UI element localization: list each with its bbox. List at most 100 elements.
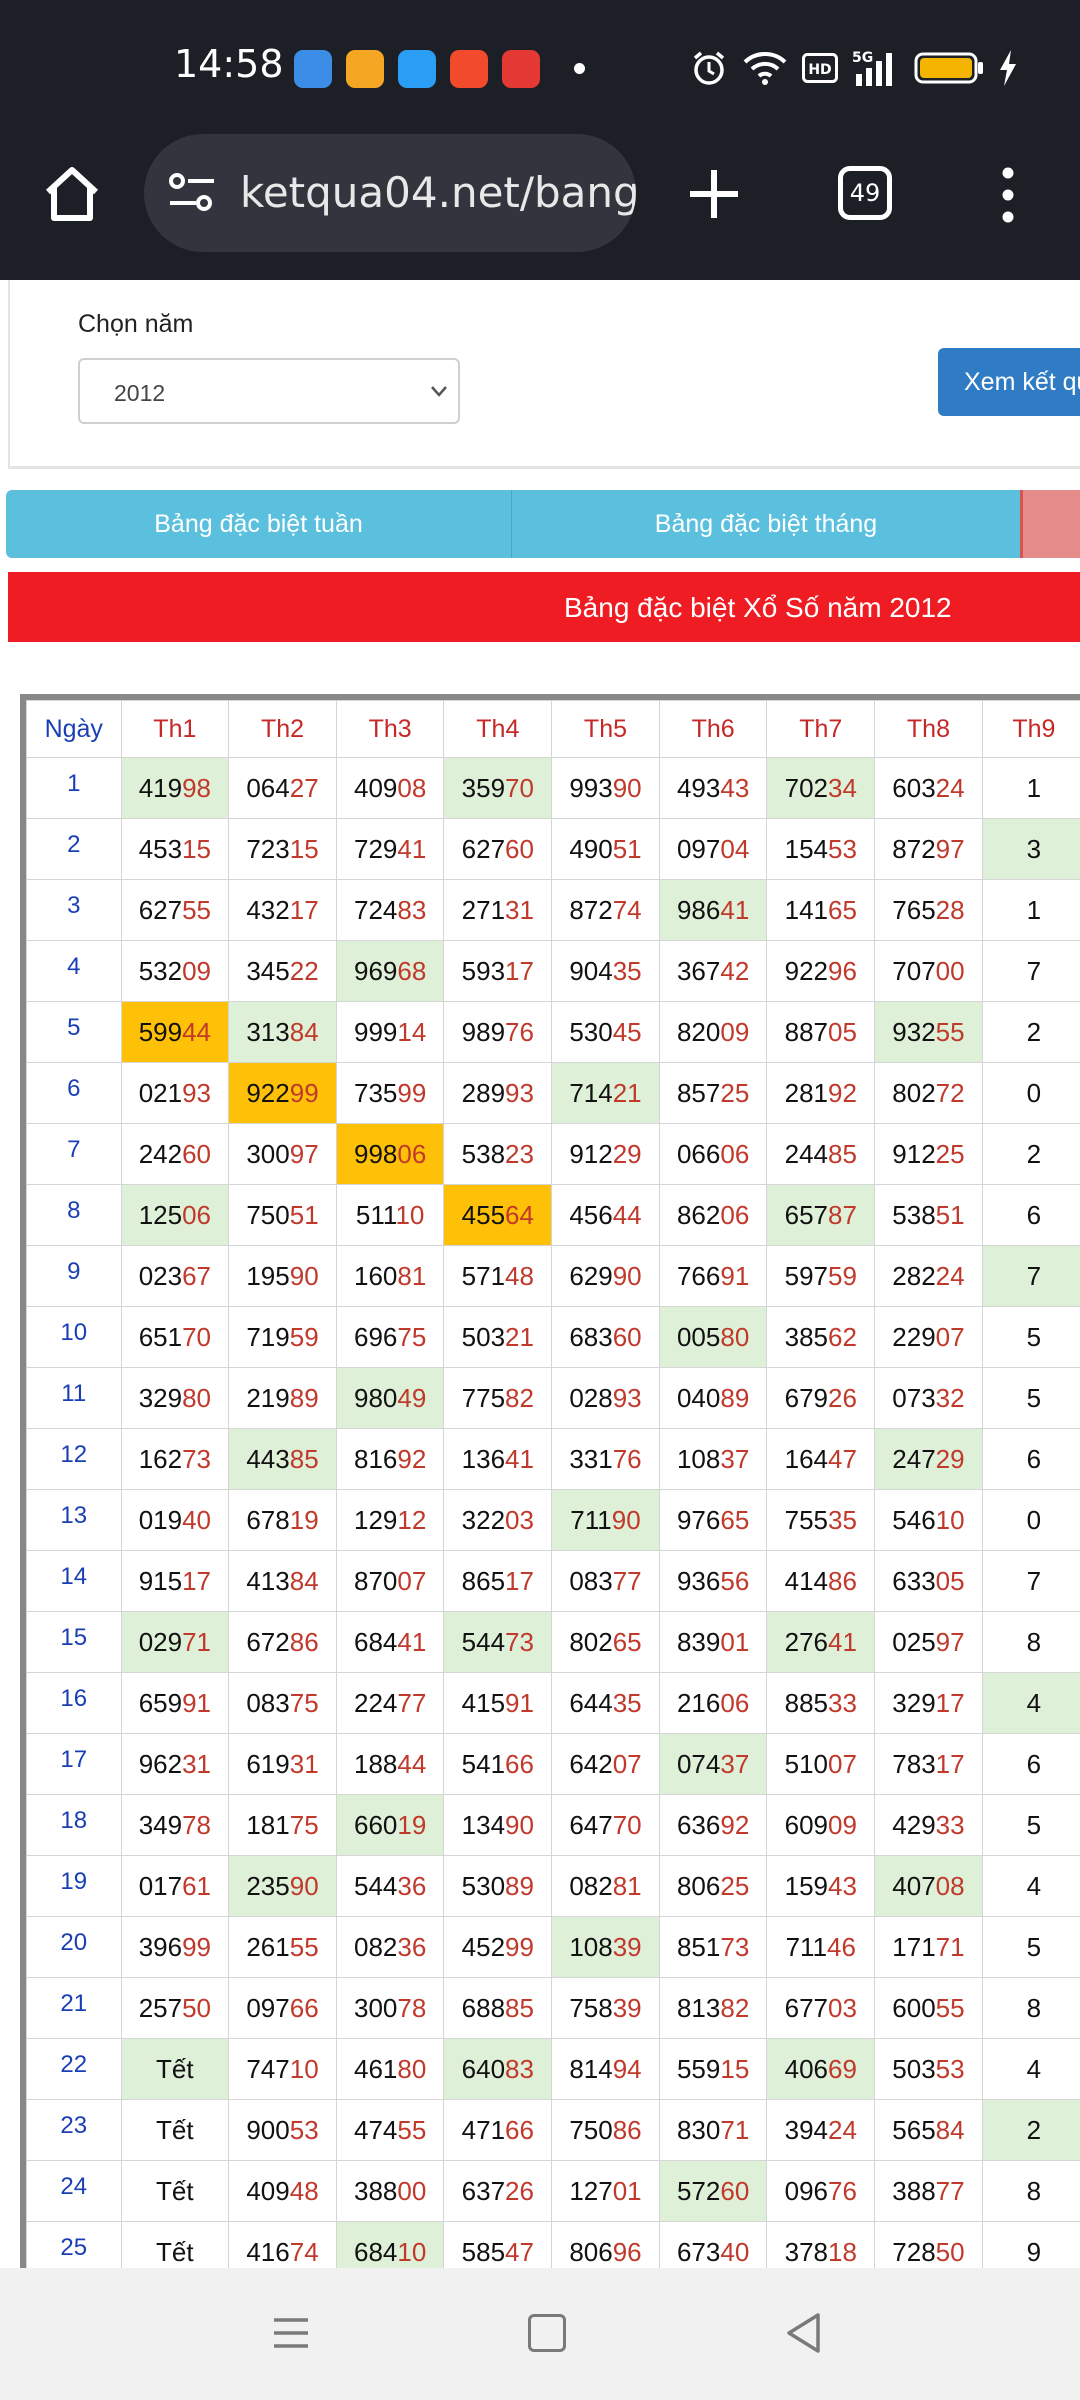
cell-head-digits: 229 — [892, 1321, 936, 1352]
day-cell: 17 — [26, 1733, 122, 1795]
result-cell: 01761 — [120, 1855, 230, 1917]
result-cell: 8 — [981, 2160, 1080, 2222]
table-row: 17 96231 61931 18844 54166 64207 07437 51007 783… — [26, 1733, 1080, 1795]
tab-third[interactable] — [1020, 490, 1080, 558]
result-cell: 13490 — [443, 1794, 553, 1856]
result-cell: 68441 — [335, 1611, 445, 1673]
result-cell: 0 — [981, 1062, 1080, 1124]
cell-tail-digits: 33 — [935, 1809, 965, 1840]
cell-tail-digits: 31 — [182, 1748, 211, 1779]
result-cell: 27641 — [766, 1611, 876, 1673]
cell-tail-digits: 86 — [612, 2114, 642, 2145]
cell-tail-digits: 25 — [720, 1870, 750, 1901]
new-tab-icon[interactable] — [686, 166, 742, 222]
cell-tail-digits: 47 — [505, 2236, 534, 2267]
result-cell: 28224 — [874, 1245, 983, 1307]
cell-tail-digits: 93 — [182, 1077, 211, 1108]
cell-head-digits: 783 — [892, 1748, 936, 1779]
result-cell: 60909 — [766, 1794, 876, 1856]
cell-tail-digits: 91 — [505, 1687, 534, 1718]
result-cell: 92296 — [766, 940, 876, 1002]
day-cell: 25 — [26, 2221, 122, 2268]
cell-head-digits: 416 — [246, 2236, 290, 2267]
result-cell: 26155 — [228, 1916, 337, 1978]
nav-home-icon[interactable] — [528, 2314, 566, 2352]
cell-head-digits: 870 — [354, 1565, 398, 1596]
result-cell: 63305 — [874, 1550, 983, 1612]
result-cell: 51007 — [766, 1733, 876, 1795]
cell-head-digits: 385 — [784, 1321, 829, 1352]
cell-head-digits: 688 — [461, 1992, 506, 2023]
cell-tail-digits: 25 — [935, 1138, 965, 1169]
year-select[interactable]: 2012 — [78, 358, 460, 424]
result-cell: 64083 — [443, 2038, 553, 2100]
cell-head-digits: 322 — [461, 1504, 506, 1535]
site-settings-icon[interactable] — [168, 172, 216, 214]
cell-tail-digits: 65 — [720, 1504, 750, 1535]
recent-apps-icon[interactable] — [272, 2316, 310, 2350]
cell-head-digits: 585 — [461, 2236, 506, 2267]
back-icon[interactable] — [784, 2312, 824, 2354]
cell-head-digits: 813 — [676, 1992, 721, 2023]
day-cell: 6 — [26, 1062, 122, 1124]
result-cell: 73599 — [335, 1062, 445, 1124]
cell-head-digits: 136 — [461, 1443, 506, 1474]
cell-head-digits: 922 — [246, 1077, 290, 1108]
result-cell: 68885 — [443, 1977, 553, 2039]
tab-monthly-special[interactable]: Bảng đặc biệt tháng — [512, 490, 1020, 558]
cell-tail-digits: 76 — [505, 1016, 534, 1047]
cell-head-digits: 647 — [569, 1809, 613, 1840]
svg-text:HD: HD — [808, 62, 831, 78]
day-cell: 20 — [26, 1916, 122, 1978]
cell-tail-digits: 09 — [182, 955, 211, 986]
result-cell: 71421 — [551, 1062, 660, 1124]
cell-tail-digits: 86 — [828, 1565, 857, 1596]
cell-tail-digits: 70 — [182, 1321, 211, 1352]
cell-head-digits: 216 — [676, 1687, 721, 1718]
cell-tail-digits: 97 — [935, 833, 965, 864]
cell-tail-digits: 92 — [828, 1077, 857, 1108]
cell-tail-digits: 85 — [505, 1992, 534, 2023]
cell-tail-digits: 66 — [505, 2114, 534, 2145]
result-cell: 12701 — [551, 2160, 660, 2222]
result-cell: 2 — [981, 1123, 1080, 1185]
result-cell: 02367 — [120, 1245, 230, 1307]
cell-tail-digits: 04 — [720, 833, 750, 864]
day-cell: 15 — [26, 1611, 122, 1673]
result-cell: 57260 — [658, 2160, 768, 2222]
result-cell: 64770 — [551, 1794, 660, 1856]
cell-head-digits: 154 — [784, 833, 829, 864]
blue-app-icon — [294, 50, 332, 88]
cell-head-digits: 396 — [138, 1931, 183, 1962]
url-text[interactable]: ketqua04.net/bang-dac-biet-nam — [240, 168, 636, 217]
cell-tail-digits: 43 — [828, 1870, 857, 1901]
cell-tail-digits: 91 — [720, 1260, 750, 1291]
day-cell: 13 — [26, 1489, 122, 1551]
cell-tail-digits: 37 — [720, 1443, 750, 1474]
cell-head-digits: 546 — [892, 1504, 936, 1535]
cell-tail-digits: 60 — [720, 2175, 750, 2206]
cell-tail-digits: 64 — [505, 1199, 534, 1230]
tab-count: 49 — [849, 179, 881, 207]
tab-switcher-button[interactable]: 49 — [838, 166, 892, 220]
more-menu-icon[interactable] — [994, 166, 1022, 224]
cell-head-digits: 627 — [138, 894, 183, 925]
home-icon[interactable] — [40, 162, 104, 226]
cell-tail-digits: 44 — [612, 1199, 642, 1230]
day-cell: 8 — [26, 1184, 122, 1246]
view-results-button[interactable]: Xem kết quả — [938, 348, 1080, 416]
result-cell: 10837 — [658, 1428, 768, 1490]
address-bar[interactable]: ketqua04.net/bang-dac-biet-nam — [144, 134, 636, 252]
result-cell: 80272 — [874, 1062, 983, 1124]
notification-icons — [294, 50, 540, 88]
cell-head-digits: 281 — [784, 1077, 829, 1108]
cell-tail-digits: 99 — [289, 1077, 319, 1108]
cell-head-digits: 885 — [784, 1687, 829, 1718]
tab-weekly-special[interactable]: Bảng đặc biệt tuần — [6, 490, 512, 558]
result-cell: 46180 — [335, 2038, 445, 2100]
result-cell: 16273 — [120, 1428, 230, 1490]
cell-head-digits: 300 — [354, 1992, 398, 2023]
cell-tail-digits: 39 — [612, 1931, 642, 1962]
result-cell: 13641 — [443, 1428, 553, 1490]
day-cell: 19 — [26, 1855, 122, 1917]
